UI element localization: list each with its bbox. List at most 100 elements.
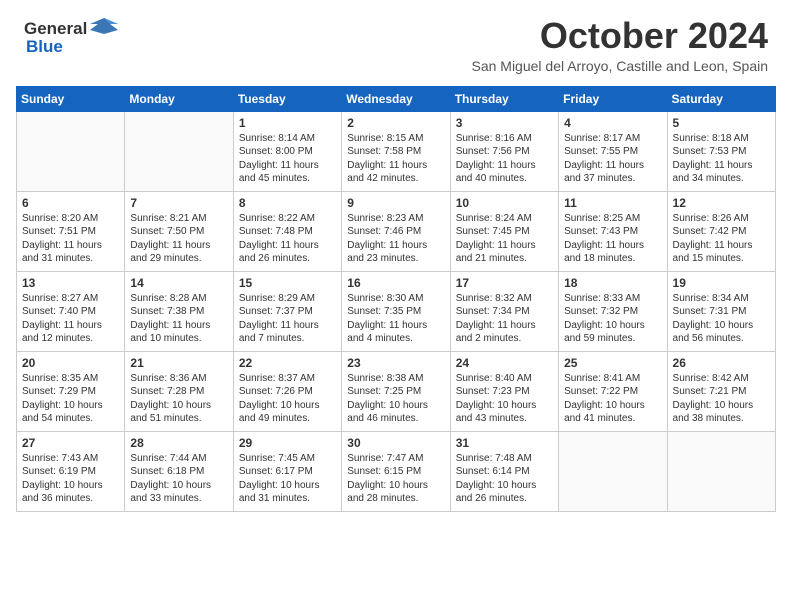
day-info: Sunrise: 7:43 AM Sunset: 6:19 PM Dayligh… (22, 452, 119, 506)
day-number: 11 (564, 196, 661, 210)
day-info: Sunrise: 8:34 AM Sunset: 7:31 PM Dayligh… (673, 292, 770, 346)
day-info: Sunrise: 8:21 AM Sunset: 7:50 PM Dayligh… (130, 212, 227, 266)
day-number: 24 (456, 356, 553, 370)
calendar-cell: 25Sunrise: 8:41 AM Sunset: 7:22 PM Dayli… (559, 351, 667, 431)
day-number: 12 (673, 196, 770, 210)
day-number: 5 (673, 116, 770, 130)
calendar-cell: 31 Sunrise: 7:48 AM Sunset: 6:14 PM Dayli… (450, 431, 558, 511)
day-number: 31 (456, 436, 553, 450)
day-number: 26 (673, 356, 770, 370)
calendar-cell: 16 Sunrise: 8:30 AM Sunset: 7:35 PM Dayli… (342, 271, 450, 351)
calendar-cell: 2 Sunrise: 8:15 AM Sunset: 7:58 PM Daylig… (342, 111, 450, 191)
day-info: Sunrise: 8:23 AM Sunset: 7:46 PM Dayligh… (347, 212, 444, 266)
calendar-cell: 8Sunrise: 8:22 AM Sunset: 7:48 PM Daylig… (233, 191, 341, 271)
day-number: 4 (564, 116, 661, 130)
day-info: Sunrise: 8:32 AM Sunset: 7:34 PM Dayligh… (456, 292, 553, 346)
day-info: Sunrise: 7:44 AM Sunset: 6:18 PM Dayligh… (130, 452, 227, 506)
day-info: Sunrise: 8:14 AM Sunset: 8:00 PM Dayligh… (239, 132, 336, 186)
day-info: Sunrise: 8:22 AM Sunset: 7:48 PM Dayligh… (239, 212, 336, 266)
day-number: 2 (347, 116, 444, 130)
day-number: 1 (239, 116, 336, 130)
day-info: Sunrise: 8:20 AM Sunset: 7:51 PM Dayligh… (22, 212, 119, 266)
calendar-cell: 23Sunrise: 8:38 AM Sunset: 7:25 PM Dayli… (342, 351, 450, 431)
col-header-wednesday: Wednesday (342, 86, 450, 111)
day-number: 7 (130, 196, 227, 210)
day-info: Sunrise: 8:25 AM Sunset: 7:43 PM Dayligh… (564, 212, 661, 266)
day-info: Sunrise: 8:42 AM Sunset: 7:21 PM Dayligh… (673, 372, 770, 426)
logo-bird-icon (90, 16, 118, 36)
calendar-cell: 14 Sunrise: 8:28 AM Sunset: 7:38 PM Dayli… (125, 271, 233, 351)
calendar-week-3: 13Sunrise: 8:27 AM Sunset: 7:40 PM Dayli… (17, 271, 776, 351)
calendar-cell: 7 Sunrise: 8:21 AM Sunset: 7:50 PM Daylig… (125, 191, 233, 271)
day-info: Sunrise: 8:15 AM Sunset: 7:58 PM Dayligh… (347, 132, 444, 186)
day-info: Sunrise: 8:41 AM Sunset: 7:22 PM Dayligh… (564, 372, 661, 426)
calendar-week-4: 20 Sunrise: 8:35 AM Sunset: 7:29 PM Dayli… (17, 351, 776, 431)
calendar-cell: 28Sunrise: 7:44 AM Sunset: 6:18 PM Dayli… (125, 431, 233, 511)
calendar-week-2: 6 Sunrise: 8:20 AM Sunset: 7:51 PM Daylig… (17, 191, 776, 271)
calendar-cell: 19 Sunrise: 8:34 AM Sunset: 7:31 PM Dayli… (667, 271, 775, 351)
calendar-cell: 9 Sunrise: 8:23 AM Sunset: 7:46 PM Daylig… (342, 191, 450, 271)
col-header-tuesday: Tuesday (233, 86, 341, 111)
calendar-cell (559, 431, 667, 511)
day-number: 30 (347, 436, 444, 450)
calendar-cell: 12 Sunrise: 8:26 AM Sunset: 7:42 PM Dayli… (667, 191, 775, 271)
day-info: Sunrise: 8:16 AM Sunset: 7:56 PM Dayligh… (456, 132, 553, 186)
calendar-cell: 5 Sunrise: 8:18 AM Sunset: 7:53 PM Daylig… (667, 111, 775, 191)
logo-blue: Blue (26, 37, 63, 57)
day-info: Sunrise: 8:26 AM Sunset: 7:42 PM Dayligh… (673, 212, 770, 266)
logo-general: General (24, 19, 87, 39)
day-info: Sunrise: 8:24 AM Sunset: 7:45 PM Dayligh… (456, 212, 553, 266)
calendar-cell: 4 Sunrise: 8:17 AM Sunset: 7:55 PM Daylig… (559, 111, 667, 191)
day-number: 19 (673, 276, 770, 290)
col-header-thursday: Thursday (450, 86, 558, 111)
day-info: Sunrise: 8:27 AM Sunset: 7:40 PM Dayligh… (22, 292, 119, 346)
day-info: Sunrise: 7:48 AM Sunset: 6:14 PM Dayligh… (456, 452, 553, 506)
day-info: Sunrise: 8:36 AM Sunset: 7:28 PM Dayligh… (130, 372, 227, 426)
calendar-week-1: 1 Sunrise: 8:14 AM Sunset: 8:00 PM Daylig… (17, 111, 776, 191)
page-header: General Blue October 2024 San Miguel del… (0, 0, 792, 78)
col-header-sunday: Sunday (17, 86, 125, 111)
month-title: October 2024 (471, 16, 768, 56)
day-number: 21 (130, 356, 227, 370)
calendar-cell: 6 Sunrise: 8:20 AM Sunset: 7:51 PM Daylig… (17, 191, 125, 271)
calendar-cell: 24Sunrise: 8:40 AM Sunset: 7:23 PM Dayli… (450, 351, 558, 431)
calendar-cell (667, 431, 775, 511)
day-info: Sunrise: 8:18 AM Sunset: 7:53 PM Dayligh… (673, 132, 770, 186)
col-header-friday: Friday (559, 86, 667, 111)
calendar-cell: 13Sunrise: 8:27 AM Sunset: 7:40 PM Dayli… (17, 271, 125, 351)
col-header-monday: Monday (125, 86, 233, 111)
calendar-cell: 17Sunrise: 8:32 AM Sunset: 7:34 PM Dayli… (450, 271, 558, 351)
calendar-cell: 10Sunrise: 8:24 AM Sunset: 7:45 PM Dayli… (450, 191, 558, 271)
day-number: 22 (239, 356, 336, 370)
day-number: 16 (347, 276, 444, 290)
calendar-cell: 3Sunrise: 8:16 AM Sunset: 7:56 PM Daylig… (450, 111, 558, 191)
calendar-cell: 15 Sunrise: 8:29 AM Sunset: 7:37 PM Dayli… (233, 271, 341, 351)
logo: General Blue (24, 16, 118, 57)
day-number: 14 (130, 276, 227, 290)
col-header-saturday: Saturday (667, 86, 775, 111)
calendar-cell (17, 111, 125, 191)
calendar-cell: 21 Sunrise: 8:36 AM Sunset: 7:28 PM Dayli… (125, 351, 233, 431)
location-subtitle: San Miguel del Arroyo, Castille and Leon… (471, 58, 768, 74)
day-info: Sunrise: 8:30 AM Sunset: 7:35 PM Dayligh… (347, 292, 444, 346)
day-info: Sunrise: 8:28 AM Sunset: 7:38 PM Dayligh… (130, 292, 227, 346)
calendar-cell (125, 111, 233, 191)
calendar-cell: 18Sunrise: 8:33 AM Sunset: 7:32 PM Dayli… (559, 271, 667, 351)
day-info: Sunrise: 8:17 AM Sunset: 7:55 PM Dayligh… (564, 132, 661, 186)
calendar-table: SundayMondayTuesdayWednesdayThursdayFrid… (16, 86, 776, 512)
calendar-cell: 27Sunrise: 7:43 AM Sunset: 6:19 PM Dayli… (17, 431, 125, 511)
calendar-cell: 26 Sunrise: 8:42 AM Sunset: 7:21 PM Dayli… (667, 351, 775, 431)
calendar-cell: 29Sunrise: 7:45 AM Sunset: 6:17 PM Dayli… (233, 431, 341, 511)
day-info: Sunrise: 8:29 AM Sunset: 7:37 PM Dayligh… (239, 292, 336, 346)
day-number: 23 (347, 356, 444, 370)
day-number: 20 (22, 356, 119, 370)
day-number: 9 (347, 196, 444, 210)
day-number: 6 (22, 196, 119, 210)
title-section: October 2024 San Miguel del Arroyo, Cast… (471, 16, 768, 74)
day-number: 15 (239, 276, 336, 290)
calendar-cell: 11 Sunrise: 8:25 AM Sunset: 7:43 PM Dayli… (559, 191, 667, 271)
day-info: Sunrise: 8:37 AM Sunset: 7:26 PM Dayligh… (239, 372, 336, 426)
day-info: Sunrise: 8:33 AM Sunset: 7:32 PM Dayligh… (564, 292, 661, 346)
day-info: Sunrise: 7:47 AM Sunset: 6:15 PM Dayligh… (347, 452, 444, 506)
day-info: Sunrise: 8:35 AM Sunset: 7:29 PM Dayligh… (22, 372, 119, 426)
